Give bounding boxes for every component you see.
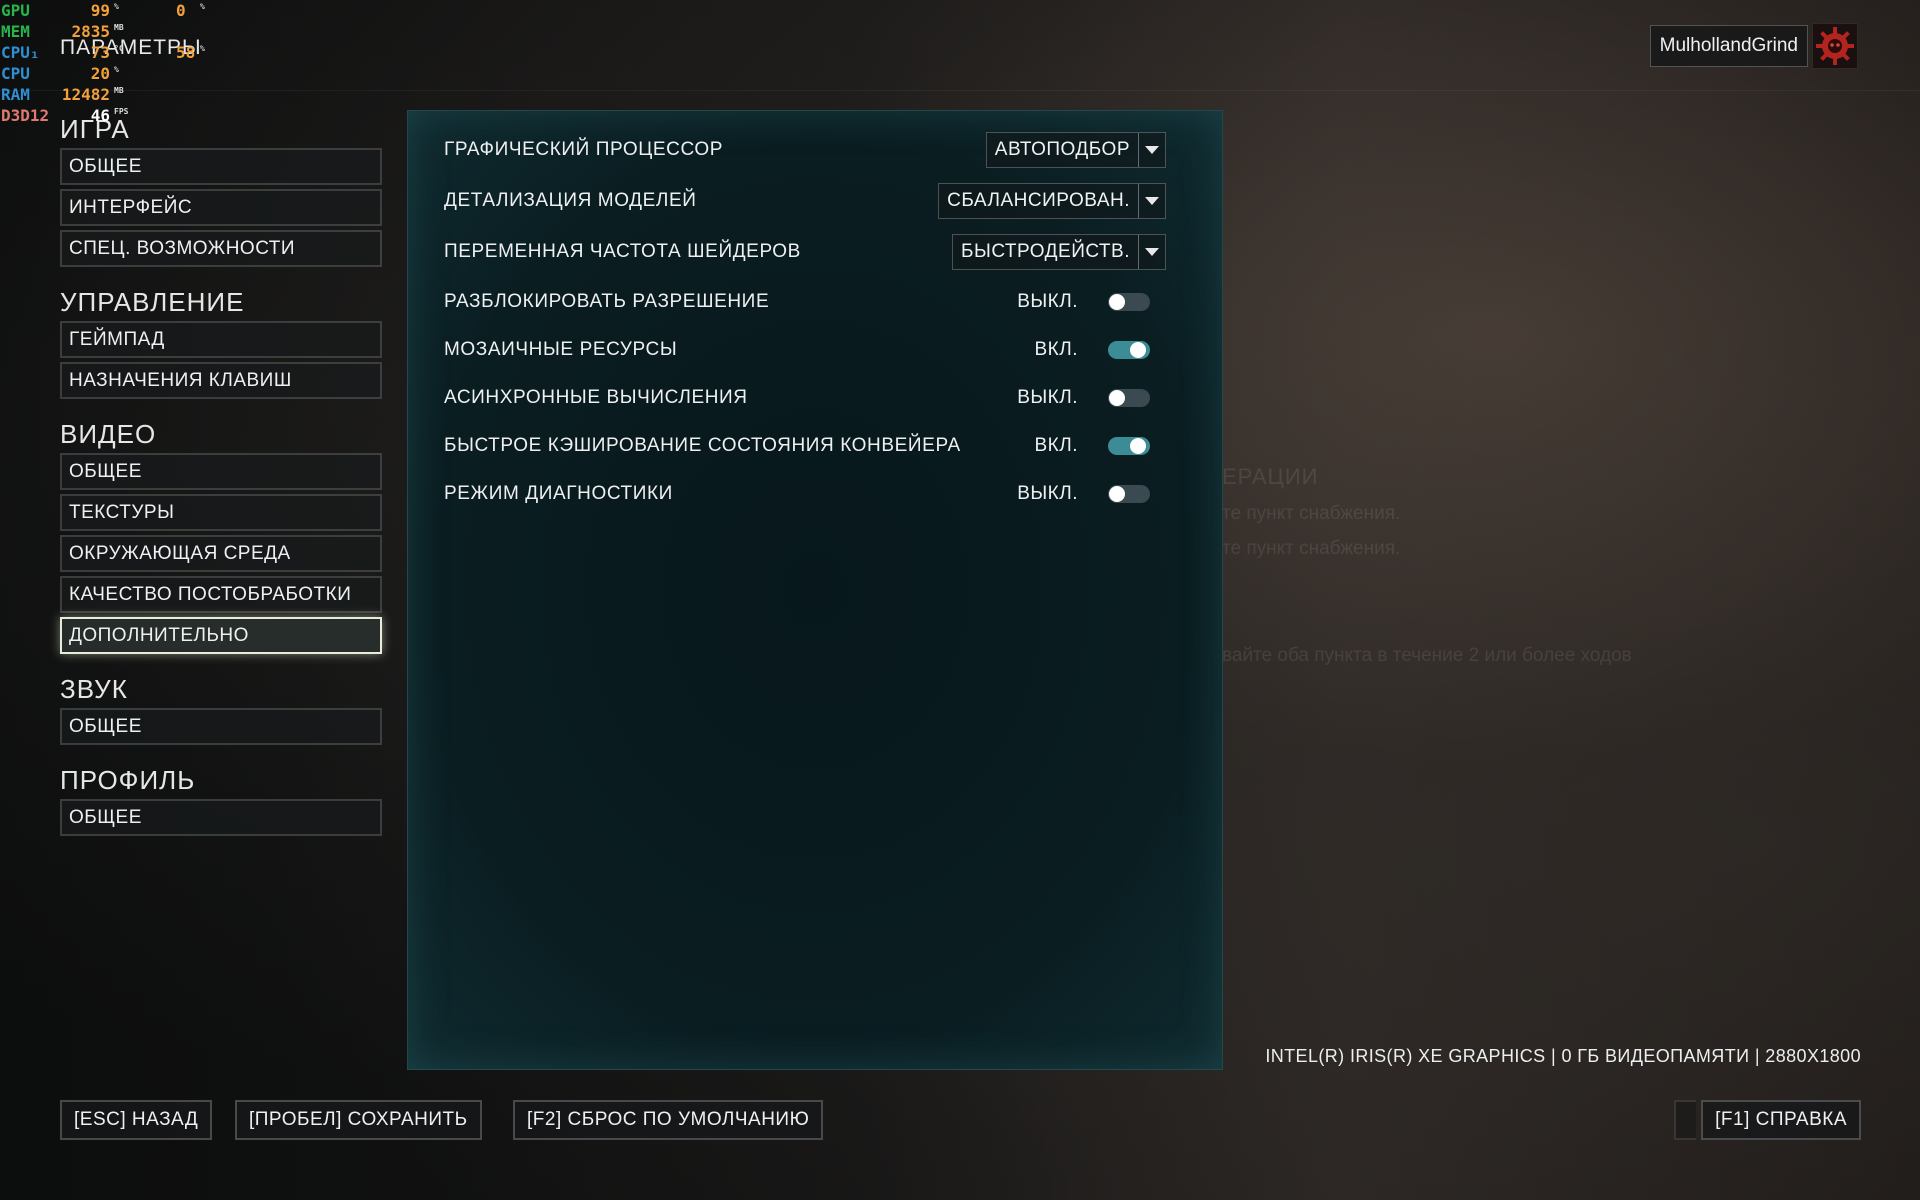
perf-unit-secondary: % <box>200 2 205 11</box>
nav-item[interactable]: НАЗНАЧЕНИЯ КЛАВИШ <box>60 362 382 399</box>
reset-defaults-button[interactable]: [F2] СБРОС ПО УМОЛЧАНИЮ <box>513 1100 824 1140</box>
nav-item[interactable]: ИНТЕРФЕЙС <box>60 189 382 226</box>
setting-row-diagnostics: РЕЖИМ ДИАГНОСТИКИ ВЫКЛ. <box>444 479 1166 509</box>
user-profile-chip[interactable]: MulhollandGrind <box>1649 25 1808 67</box>
nav-section-heading: ПРОФИЛЬ <box>60 765 196 795</box>
background-hold-text: вайте оба пункта в течение 2 или более х… <box>1222 645 1632 666</box>
toggle-state-label: ВКЛ. <box>1034 339 1078 360</box>
nav-item[interactable]: ГЕЙМПАД <box>60 321 382 358</box>
background-supply-text-2: те пункт снабжения. <box>1222 538 1401 559</box>
setting-row-pipeline-cache: БЫСТРОЕ КЭШИРОВАНИЕ СОСТОЯНИЯ КОНВЕЙЕРА … <box>444 431 1166 461</box>
perf-label: D3D12 <box>1 106 50 125</box>
settings-nav: ИГРА ОБЩЕЕ ИНТЕРФЕЙС СПЕЦ. ВОЗМОЖНОСТИ УПРАВ… <box>60 110 382 840</box>
nav-section: ВИДЕО ОБЩЕЕ ТЕКСТУРЫ ОКРУЖАЮЩАЯ СРЕДА КАЧЕСТ… <box>60 415 382 654</box>
chevron-down-icon <box>1139 235 1165 269</box>
perf-unit: % <box>114 2 119 11</box>
dropdown-value: АВТОПОДБОР <box>987 133 1139 167</box>
advanced-video-settings-panel: ГРАФИЧЕСКИЙ ПРОЦЕССОР АВТОПОДБОР ДЕТАЛИЗ… <box>407 110 1223 1070</box>
nav-item[interactable]: ТЕКСТУРЫ <box>60 494 382 531</box>
model-detail-dropdown[interactable]: СБАЛАНСИРОВАН. <box>938 183 1166 219</box>
nav-section: УПРАВЛЕНИЕ ГЕЙМПАД НАЗНАЧЕНИЯ КЛАВИШ <box>60 283 382 399</box>
perf-unit: MB <box>114 23 124 32</box>
perf-value: 99 <box>90 1 110 20</box>
perf-unit-secondary: % <box>200 44 205 53</box>
perf-value: 12482 <box>61 85 110 104</box>
perf-row: MEM 2835 MB <box>0 21 220 42</box>
setting-row-unlock-resolution: РАЗБЛОКИРОВАТЬ РАЗРЕШЕНИЕ ВЫКЛ. <box>444 287 1166 317</box>
dropdown-value: БЫСТРОДЕЙСТВ. <box>953 235 1139 269</box>
nav-section: ПРОФИЛЬ ОБЩЕЕ <box>60 761 382 836</box>
nav-section-heading: ЗВУК <box>60 674 128 704</box>
perf-value-secondary: 0 <box>176 1 186 20</box>
perf-label: MEM <box>1 22 30 41</box>
perf-row: GPU 99% 0% <box>0 0 220 21</box>
toggle-state-label: ВЫКЛ. <box>1017 483 1078 504</box>
perf-value: 46 <box>90 106 110 125</box>
back-button[interactable]: [ESC] НАЗАД <box>60 1100 213 1140</box>
setting-row-async-compute: АСИНХРОННЫЕ ВЫЧИСЛЕНИЯ ВЫКЛ. <box>444 383 1166 413</box>
cog-skull-emblem-icon <box>1816 27 1854 65</box>
unlock-resolution-toggle[interactable] <box>1108 293 1150 311</box>
setting-row-vrs: ПЕРЕМЕННАЯ ЧАСТОТА ШЕЙДЕРОВ БЫСТРОДЕЙСТВ… <box>444 234 1166 270</box>
perf-row: RAM 12482 MB <box>0 84 220 105</box>
nav-section: ЗВУК ОБЩЕЕ <box>60 670 382 745</box>
save-button[interactable]: [ПРОБЕЛ] СОХРАНИТЬ <box>235 1100 482 1140</box>
nav-section: ИГРА ОБЩЕЕ ИНТЕРФЕЙС СПЕЦ. ВОЗМОЖНОСТИ <box>60 110 382 267</box>
setting-row-gpu: ГРАФИЧЕСКИЙ ПРОЦЕССОР АВТОПОДБОР <box>444 132 1166 168</box>
nav-item[interactable]: ДОПОЛНИТЕЛЬНО <box>60 617 382 654</box>
chevron-down-icon <box>1139 133 1165 167</box>
nav-item[interactable]: ОБЩЕЕ <box>60 453 382 490</box>
nav-item[interactable]: ОБЩЕЕ <box>60 708 382 745</box>
nav-item[interactable]: КАЧЕСТВО ПОСТОБРАБОТКИ <box>60 576 382 613</box>
perf-label: GPU <box>1 1 30 20</box>
background-supply-text-1: те пункт снабжения. <box>1222 503 1401 524</box>
perf-unit: MB <box>114 86 124 95</box>
pipeline-cache-toggle[interactable] <box>1108 437 1150 455</box>
perf-row: CPU₁ 73 °C 58% <box>0 42 220 63</box>
perf-label: CPU₁ <box>1 43 40 62</box>
gpu-dropdown[interactable]: АВТОПОДБОР <box>985 132 1166 168</box>
toggle-state-label: ВЫКЛ. <box>1017 387 1078 408</box>
avatar[interactable] <box>1812 23 1858 69</box>
perf-row: CPU 20% <box>0 63 220 84</box>
setting-row-tiled-resources: МОЗАИЧНЫЕ РЕСУРСЫ ВКЛ. <box>444 335 1166 365</box>
shading-rate-dropdown[interactable]: БЫСТРОДЕЙСТВ. <box>952 234 1166 270</box>
perf-row: D3D12 46 FPS <box>0 105 220 126</box>
chevron-down-icon <box>1139 184 1165 218</box>
background-button-edge <box>1674 1100 1696 1140</box>
nav-item[interactable]: ОБЩЕЕ <box>60 799 382 836</box>
async-compute-toggle[interactable] <box>1108 389 1150 407</box>
perf-value: 2835 <box>71 22 110 41</box>
perf-unit: % <box>114 65 119 74</box>
help-button[interactable]: [F1] СПРАВКА <box>1701 1100 1861 1140</box>
perf-value-secondary: 58 <box>176 43 196 62</box>
nav-item[interactable]: ОБЩЕЕ <box>60 148 382 185</box>
nav-section-heading: ВИДЕО <box>60 419 157 449</box>
nav-item[interactable]: ОКРУЖАЮЩАЯ СРЕДА <box>60 535 382 572</box>
performance-overlay: GPU 99% 0% MEM 2835 MB CPU₁ 73 °C 58% CPU 20% RAM 124… <box>0 0 220 126</box>
gpu-info-text: INTEL(R) IRIS(R) XE GRAPHICS | 0 ГБ ВИДЕ… <box>1265 1046 1861 1066</box>
toggle-state-label: ВКЛ. <box>1034 435 1078 456</box>
perf-label: CPU <box>1 64 30 83</box>
perf-unit: °C <box>114 44 124 53</box>
dropdown-value: СБАЛАНСИРОВАН. <box>939 184 1139 218</box>
header-divider <box>0 90 1920 91</box>
nav-item[interactable]: СПЕЦ. ВОЗМОЖНОСТИ <box>60 230 382 267</box>
background-ops-text: ЕРАЦИИ <box>1222 464 1319 489</box>
username: MulhollandGrind <box>1659 35 1798 56</box>
tiled-resources-toggle[interactable] <box>1108 341 1150 359</box>
game-settings-screen: ЕРАЦИИ те пункт снабжения. те пункт снаб… <box>0 0 1920 1200</box>
perf-label: RAM <box>1 85 30 104</box>
perf-value: 73 <box>90 43 110 62</box>
setting-row-model-detail: ДЕТАЛИЗАЦИЯ МОДЕЛЕЙ СБАЛАНСИРОВАН. <box>444 183 1166 219</box>
diagnostics-toggle[interactable] <box>1108 485 1150 503</box>
perf-unit: FPS <box>114 107 129 116</box>
perf-value: 20 <box>90 64 110 83</box>
toggle-state-label: ВЫКЛ. <box>1017 291 1078 312</box>
nav-section-heading: УПРАВЛЕНИЕ <box>60 287 245 317</box>
